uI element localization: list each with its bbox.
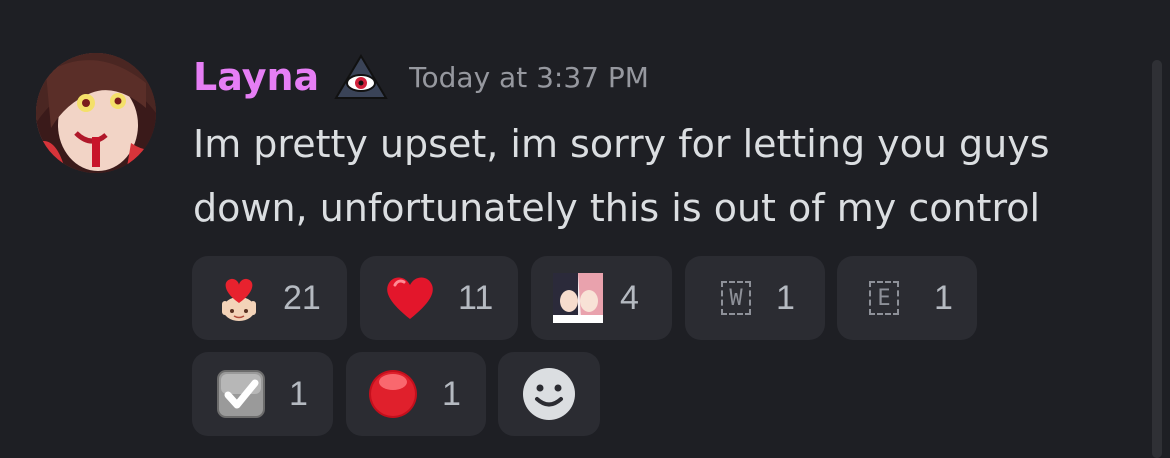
- regional-indicator-e-emoji: E: [859, 273, 909, 323]
- red-circle-emoji: [368, 369, 418, 419]
- reaction-count: 1: [934, 279, 953, 317]
- chat-message: Layna Today at 3:37 PM Im pretty upset, …: [0, 0, 1170, 458]
- username[interactable]: Layna: [193, 58, 319, 96]
- user-avatar[interactable]: [36, 53, 156, 173]
- add-reaction-button[interactable]: [498, 352, 600, 436]
- heart-hug-emoji: [214, 273, 264, 323]
- message-content: Im pretty upset, im sorry for letting yo…: [193, 122, 1050, 230]
- message-header: Layna Today at 3:37 PM: [193, 52, 649, 102]
- reaction-check-box[interactable]: 1: [192, 352, 333, 436]
- reaction-count: 4: [620, 279, 639, 317]
- check-box-emoji: [216, 369, 266, 419]
- reaction-count: 21: [283, 279, 321, 317]
- reaction-anime-couple[interactable]: 4: [531, 256, 672, 340]
- eye-triangle-icon[interactable]: [333, 53, 389, 101]
- red-heart-emoji: [385, 273, 435, 323]
- reaction-count: 1: [442, 375, 461, 413]
- reaction-count: 11: [458, 279, 494, 317]
- reaction-letter-w[interactable]: W 1: [685, 256, 825, 340]
- regional-indicator-w-emoji: W: [711, 273, 761, 323]
- reaction-heart-hug[interactable]: 21: [192, 256, 347, 340]
- message-timestamp[interactable]: Today at 3:37 PM: [409, 61, 649, 94]
- reaction-red-circle[interactable]: 1: [346, 352, 486, 436]
- anime-couple-emoji: [553, 273, 603, 323]
- reaction-count: 1: [289, 375, 308, 413]
- reaction-letter-e[interactable]: E 1: [837, 256, 977, 340]
- reaction-count: 1: [776, 279, 795, 317]
- smiley-add-reaction-icon: [523, 368, 575, 420]
- scrollbar-thumb[interactable]: [1152, 60, 1162, 458]
- reaction-red-heart[interactable]: 11: [360, 256, 518, 340]
- avatar-image: [36, 53, 156, 173]
- scrollbar[interactable]: [1152, 60, 1162, 458]
